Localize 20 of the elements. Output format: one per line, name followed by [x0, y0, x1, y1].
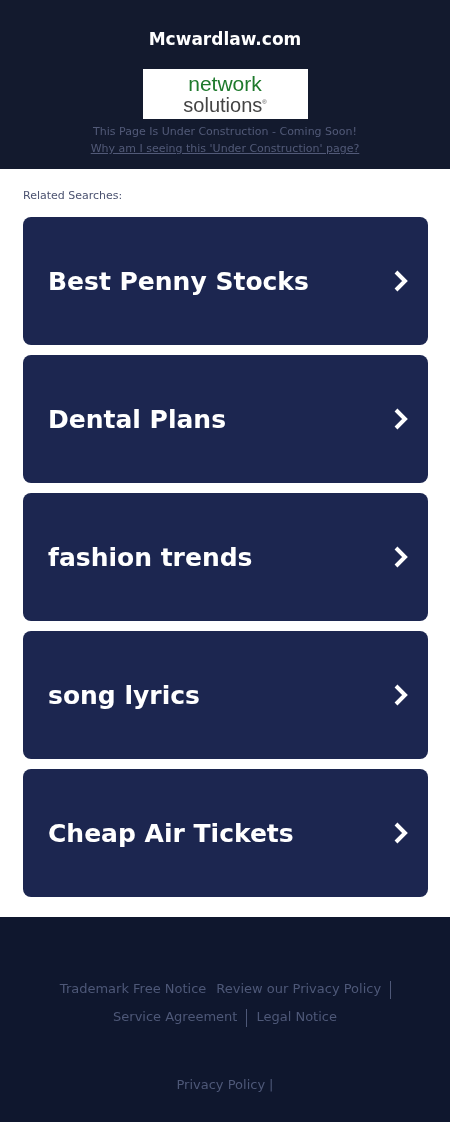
search-card[interactable]: Dental Plans: [23, 355, 428, 483]
separator-text: |: [269, 1077, 274, 1092]
chevron-icon: [394, 684, 408, 706]
search-card[interactable]: song lyrics: [23, 631, 428, 759]
chevron-icon: [394, 546, 408, 568]
footer-link[interactable]: Legal Notice: [256, 1009, 337, 1024]
footer-link[interactable]: Service Agreement: [113, 1009, 238, 1024]
chevron-icon: [394, 822, 408, 844]
related-heading: Related Searches:: [23, 189, 124, 202]
search-card[interactable]: fashion trends: [23, 493, 428, 621]
search-card[interactable]: Cheap Air Tickets: [23, 769, 428, 897]
search-card[interactable]: Best Penny Stocks: [23, 217, 428, 345]
footer-link[interactable]: Review our Privacy Policy: [216, 981, 382, 996]
footer-link[interactable]: Privacy Policy: [176, 1077, 266, 1092]
chevron-icon: [394, 270, 408, 292]
logo: network solutions$^{®}$: [142, 69, 308, 119]
footer-link[interactable]: Trademark Free Notice: [59, 981, 207, 996]
site-title: Mcwardlaw.com: [148, 29, 302, 51]
construction-notice: This Page Is Under Construction - Coming Soon!: [93, 125, 357, 138]
chevron-icon: [394, 408, 408, 430]
